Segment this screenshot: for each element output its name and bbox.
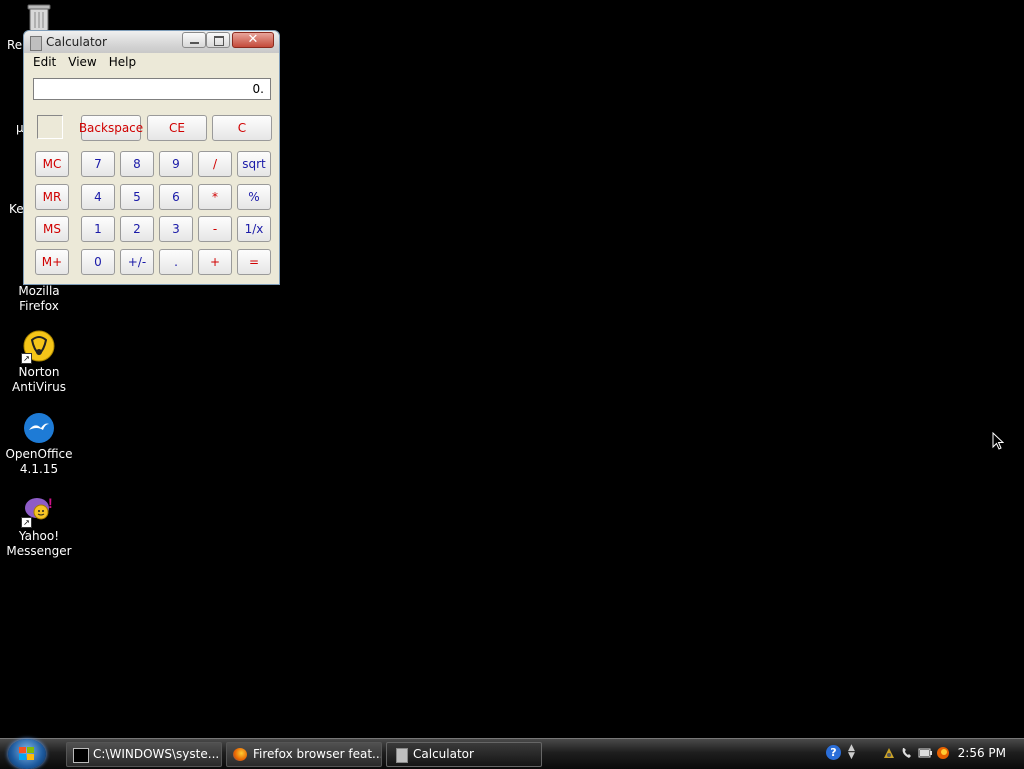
tray-phone-icon[interactable] (900, 746, 914, 760)
svg-text:!: ! (48, 495, 53, 511)
window-title: Calculator (46, 35, 107, 49)
clear-button[interactable]: C (212, 115, 272, 141)
help-icon[interactable]: ? (826, 745, 841, 760)
desktop-partial-label-ke: Ke (9, 202, 24, 216)
start-button[interactable] (8, 739, 46, 769)
calculator-display: 0. (33, 78, 271, 100)
tray-battery-icon[interactable] (918, 746, 932, 760)
tray-network-icon[interactable] (882, 746, 896, 760)
subtract-button[interactable]: - (198, 216, 232, 242)
norton-icon: ↗ (21, 330, 55, 364)
calculator-app-icon (30, 36, 42, 51)
recycle-bin-label: Re (7, 38, 23, 52)
desktop-icon-firefox[interactable]: Mozilla Firefox (1, 284, 77, 314)
clear-entry-button[interactable]: CE (147, 115, 207, 141)
digit-6-button[interactable]: 6 (159, 184, 193, 210)
mouse-cursor-icon (992, 431, 1005, 450)
maximize-button[interactable] (206, 32, 230, 48)
equals-button[interactable]: = (237, 249, 271, 275)
ms-button[interactable]: MS (35, 216, 69, 242)
taskbar-item-label: Firefox browser feat... (253, 747, 382, 761)
memory-indicator (37, 115, 63, 139)
digit-1-button[interactable]: 1 (81, 216, 115, 242)
taskbar-clock[interactable]: 2:56 PM (958, 746, 1006, 760)
taskbar-item-command-prompt[interactable]: C:\WINDOWS\syste... (66, 742, 222, 767)
digit-9-button[interactable]: 9 (159, 151, 193, 177)
m-plus-button[interactable]: M+ (35, 249, 69, 275)
desktop-icon-openoffice[interactable]: OpenOffice 4.1.15 (1, 412, 77, 477)
menu-edit[interactable]: Edit (27, 53, 62, 73)
digit-5-button[interactable]: 5 (120, 184, 154, 210)
backspace-button[interactable]: Backspace (79, 115, 143, 141)
mr-button[interactable]: MR (35, 184, 69, 210)
taskbar-item-label: Calculator (413, 747, 474, 761)
digit-4-button[interactable]: 4 (81, 184, 115, 210)
menu-bar: Edit View Help (24, 53, 279, 73)
firefox-icon (233, 748, 247, 761)
tray-firefox-icon[interactable] (936, 746, 950, 760)
calculator-icon (396, 748, 408, 763)
divide-button[interactable]: / (198, 151, 232, 177)
close-icon: ✕ (247, 32, 259, 47)
recycle-bin-icon[interactable] (26, 3, 52, 33)
digit-3-button[interactable]: 3 (159, 216, 193, 242)
digit-7-button[interactable]: 7 (81, 151, 115, 177)
desktop-icon-yahoo-messenger[interactable]: ! ↗ Yahoo! Messenger (1, 494, 77, 559)
multiply-button[interactable]: * (198, 184, 232, 210)
taskbar: C:\WINDOWS\syste... Firefox browser feat… (0, 738, 1024, 769)
command-prompt-icon (73, 748, 89, 763)
menu-help[interactable]: Help (103, 53, 142, 73)
desktop-icon-norton-antivirus[interactable]: ↗ Norton AntiVirus (1, 330, 77, 395)
system-tray: 2:56 PM (870, 739, 1024, 769)
calculator-titlebar[interactable]: Calculator ✕ (24, 31, 279, 53)
desktop-icon-label: Norton AntiVirus (12, 365, 66, 394)
sqrt-button[interactable]: sqrt (237, 151, 271, 177)
reciprocal-button[interactable]: 1/x (237, 216, 271, 242)
digit-0-button[interactable]: 0 (81, 249, 115, 275)
desktop-icon-label: Yahoo! Messenger (6, 529, 72, 558)
calculator-window: Calculator ✕ Edit View Help 0. Backspace… (23, 30, 280, 285)
add-button[interactable]: + (198, 249, 232, 275)
decimal-button[interactable]: . (159, 249, 193, 275)
openoffice-icon (23, 412, 55, 444)
shortcut-arrow-icon: ↗ (21, 517, 32, 528)
shortcut-arrow-icon: ↗ (21, 353, 32, 364)
digit-2-button[interactable]: 2 (120, 216, 154, 242)
desktop-icon-label: Mozilla Firefox (18, 284, 60, 313)
mc-button[interactable]: MC (35, 151, 69, 177)
taskbar-item-label: C:\WINDOWS\syste... (93, 747, 220, 761)
tray-expand-chevron-icon[interactable]: ▲ ▼ (848, 744, 855, 761)
minimize-button[interactable] (182, 32, 206, 48)
menu-view[interactable]: View (62, 53, 102, 73)
taskbar-item-firefox[interactable]: Firefox browser feat... (226, 742, 382, 767)
close-button[interactable]: ✕ (232, 32, 274, 48)
desktop-icon-label: OpenOffice 4.1.15 (5, 447, 73, 476)
percent-button[interactable]: % (237, 184, 271, 210)
digit-8-button[interactable]: 8 (120, 151, 154, 177)
windows-logo-icon (19, 747, 35, 761)
sign-toggle-button[interactable]: +/- (120, 249, 154, 275)
yahoo-messenger-icon: ! ↗ (21, 494, 55, 528)
taskbar-item-calculator[interactable]: Calculator (386, 742, 542, 767)
